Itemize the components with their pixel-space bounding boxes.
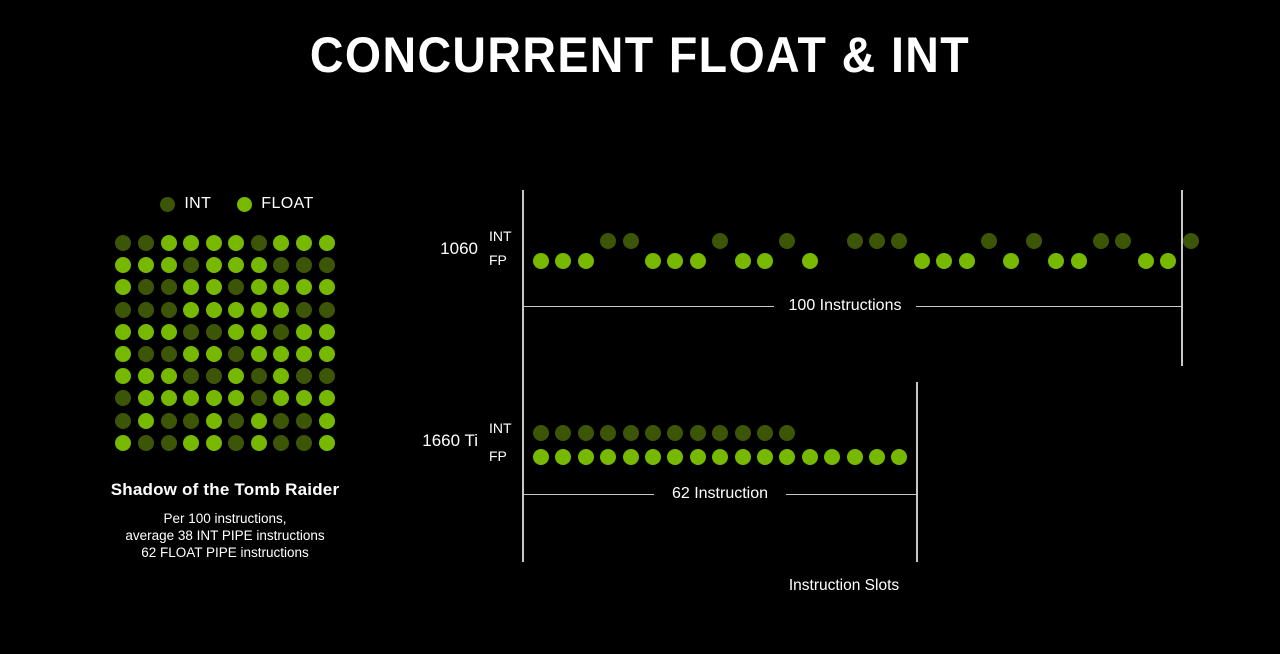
group-label-1660ti: 1660 Ti	[422, 431, 478, 450]
fp-slot-dot-icon	[1160, 253, 1177, 269]
int-slot-dot-icon	[1182, 233, 1199, 249]
int-slot-dot-icon	[622, 425, 639, 441]
chart-left-axis	[522, 190, 524, 562]
int-slot-dot-icon	[689, 425, 706, 441]
fp-slot-dot-icon	[757, 449, 773, 465]
fp-slot-dot-icon	[801, 449, 818, 465]
fp-slot-dot-icon	[846, 449, 863, 465]
bracket-rule-1060-left	[522, 306, 774, 308]
fp-slot-dot-icon	[1070, 253, 1087, 269]
int-slot-dot-icon	[734, 425, 751, 441]
fp-slot-dot-icon	[645, 253, 661, 269]
fp-slot-dot-icon	[622, 449, 639, 465]
int-slot-dot-icon	[577, 425, 594, 441]
fp-slot-dot-icon	[891, 449, 908, 465]
int-slot-dot-icon	[712, 425, 729, 441]
fp-slot-dot-icon	[667, 449, 684, 465]
fp-slot-dot-icon	[555, 449, 572, 465]
fp-slot-dot-icon	[712, 449, 729, 465]
int-slot-dot-icon	[1115, 233, 1132, 249]
fp-slot-dot-icon	[913, 253, 930, 269]
fp-slot-dot-icon	[1048, 253, 1065, 269]
pipe-label-1060-fp: FP	[489, 252, 507, 268]
bracket-caption-1060: 100 Instructions	[788, 297, 902, 314]
fp-slot-dot-icon	[734, 253, 751, 269]
int-slot-dot-icon	[869, 233, 885, 249]
bracket-caption-1660ti: 62 Instruction	[671, 485, 769, 502]
int-slot-dot-icon	[600, 233, 617, 249]
int-slot-dot-icon	[779, 425, 796, 441]
int-slot-dot-icon	[757, 425, 773, 441]
fp-slot-dot-icon	[734, 449, 751, 465]
fp-slot-dot-icon	[1137, 253, 1154, 269]
group-label-1060: 1060	[440, 239, 478, 258]
chart-1060-right-axis	[1181, 190, 1183, 366]
fp-slot-dot-icon	[801, 253, 818, 269]
x-axis-title: Instruction Slots	[788, 577, 900, 594]
int-slot-dot-icon	[712, 233, 729, 249]
bracket-rule-1660ti-right	[786, 494, 917, 496]
int-slot-dot-icon	[1025, 233, 1042, 249]
int-slot-dot-icon	[667, 425, 684, 441]
int-slot-dot-icon	[846, 233, 863, 249]
fp-slot-dot-icon	[533, 449, 549, 465]
bracket-rule-1060-right	[916, 306, 1182, 308]
int-slot-dot-icon	[779, 233, 796, 249]
fp-slot-dot-icon	[936, 253, 953, 269]
fp-slot-dot-icon	[600, 449, 617, 465]
pipe-label-1060-int: INT	[489, 228, 512, 244]
fp-slot-dot-icon	[577, 253, 594, 269]
fp-slot-dot-icon	[533, 253, 549, 269]
bracket-rule-1660ti-left	[522, 494, 654, 496]
int-slot-dot-icon	[555, 425, 572, 441]
fp-slot-dot-icon	[824, 449, 841, 465]
int-slot-dot-icon	[645, 425, 661, 441]
fp-slot-dot-icon	[958, 253, 975, 269]
fp-slot-dot-icon	[689, 449, 706, 465]
int-slot-dot-icon	[533, 425, 549, 441]
int-slot-dot-icon	[981, 233, 997, 249]
fp-slot-dot-icon	[779, 449, 796, 465]
fp-slot-dot-icon	[689, 253, 706, 269]
fp-slot-dot-icon	[645, 449, 661, 465]
int-slot-dot-icon	[891, 233, 908, 249]
fp-slot-dot-icon	[869, 449, 885, 465]
chart-1660ti-right-axis	[916, 382, 918, 562]
int-slot-dot-icon	[600, 425, 617, 441]
fp-slot-dot-icon	[757, 253, 773, 269]
int-slot-dot-icon	[1093, 233, 1109, 249]
pipe-label-1660ti-int: INT	[489, 420, 512, 436]
int-slot-dot-icon	[622, 233, 639, 249]
pipe-label-1660ti-fp: FP	[489, 448, 507, 464]
instruction-slot-chart: 1060 INT FP 100 Instructions 1660 Ti INT…	[0, 0, 1280, 654]
fp-slot-dot-icon	[555, 253, 572, 269]
fp-slot-dot-icon	[577, 449, 594, 465]
fp-slot-dot-icon	[1003, 253, 1020, 269]
fp-slot-dot-icon	[667, 253, 684, 269]
